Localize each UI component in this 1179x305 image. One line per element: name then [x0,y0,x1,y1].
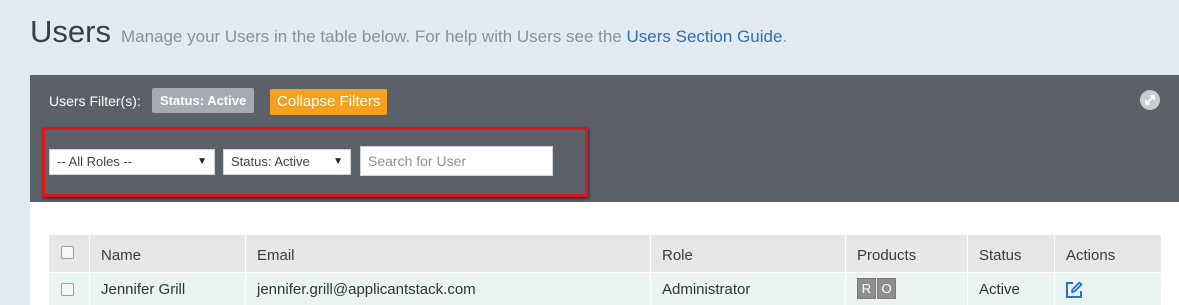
row-checkbox[interactable] [61,283,74,296]
page-subtitle: Manage your Users in the table below. Fo… [121,27,787,47]
column-header-actions: Actions [1066,247,1116,264]
column-header-status[interactable]: Status [979,247,1022,264]
select-all-checkbox[interactable] [61,246,74,259]
users-panel: Users Filter(s): Status: Active Collapse… [30,75,1179,305]
subtitle-end: . [782,27,788,46]
user-name: Jennifer Grill [101,281,186,298]
role-select[interactable]: -- All Roles -- ▼ [49,149,215,175]
user-role: Administrator [662,281,751,298]
page-header: Users Manage your Users in the table bel… [30,14,787,50]
status-select-value: Status: Active [231,154,310,169]
collapse-filters-button[interactable]: Collapse Filters [270,89,388,115]
user-email: jennifer.grill@applicantstack.com [257,281,476,298]
role-select-value: -- All Roles -- [57,154,133,169]
triangle-down-icon: ▼ [197,156,207,167]
search-user-input[interactable] [360,146,553,176]
column-header-email[interactable]: Email [257,247,295,264]
status-select[interactable]: Status: Active ▼ [223,149,351,175]
table-row[interactable]: Jennifer Grill jennifer.grill@applicants… [49,272,1161,305]
user-status: Active [979,281,1020,298]
column-header-name[interactable]: Name [101,247,141,264]
filter-bar: Users Filter(s): Status: Active Collapse… [30,75,1179,202]
users-section-guide-link[interactable]: Users Section Guide [627,27,783,46]
subtitle-text: Manage your Users in the table below. Fo… [120,27,622,46]
product-badge-r: R [857,278,876,299]
filters-label: Users Filter(s): [49,93,141,109]
active-filter-badge: Status: Active [152,88,255,113]
product-badge-o: O [877,278,896,299]
edit-icon[interactable] [1064,280,1084,300]
table-header: Name Email Role Products Status Actions [49,235,1161,272]
column-header-products[interactable]: Products [857,247,916,264]
page-title: Users [30,14,111,49]
user-products: RO [857,278,897,299]
expand-icon[interactable] [1140,90,1160,110]
column-header-role[interactable]: Role [662,247,693,264]
triangle-down-icon: ▼ [333,156,343,167]
